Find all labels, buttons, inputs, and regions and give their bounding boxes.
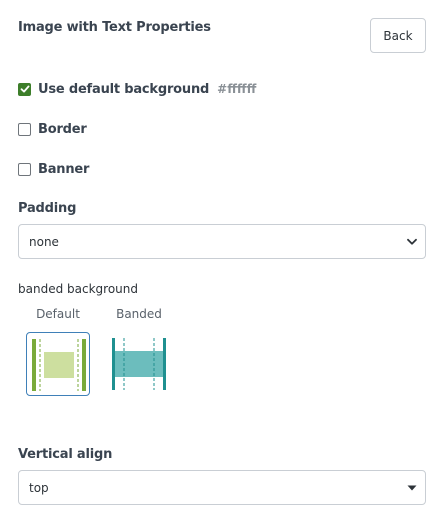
default-background-option[interactable] xyxy=(26,332,90,396)
default-background-checkbox[interactable] xyxy=(18,82,31,96)
banner-checkbox[interactable] xyxy=(18,162,31,176)
properties-panel: Image with Text Properties Back Use defa… xyxy=(0,0,443,519)
banded-background-label: banded background xyxy=(18,282,138,296)
padding-label: Padding xyxy=(18,201,77,216)
checkmark-icon xyxy=(20,85,29,93)
banded-option-label: Banded xyxy=(116,307,162,321)
panel-title: Image with Text Properties xyxy=(18,20,211,35)
default-layout-icon xyxy=(32,339,86,391)
border-row[interactable]: Border xyxy=(18,120,87,138)
banded-background-option[interactable] xyxy=(107,332,171,396)
default-option-label: Default xyxy=(36,307,80,321)
chevron-down-icon xyxy=(407,238,417,245)
default-background-color-value: #ffffff xyxy=(217,82,257,96)
caret-down-icon xyxy=(407,485,417,491)
default-background-row[interactable]: Use default background #ffffff xyxy=(18,80,256,98)
padding-select[interactable]: none xyxy=(18,224,426,259)
default-background-label: Use default background xyxy=(38,81,210,97)
padding-selected-value: none xyxy=(29,234,59,249)
back-button[interactable]: Back xyxy=(370,18,426,53)
vertical-align-select[interactable]: top xyxy=(18,470,426,505)
banner-label: Banner xyxy=(38,161,90,177)
banner-row[interactable]: Banner xyxy=(18,160,89,178)
vertical-align-label: Vertical align xyxy=(18,447,113,462)
banded-layout-icon xyxy=(112,338,166,390)
border-label: Border xyxy=(38,121,87,137)
border-checkbox[interactable] xyxy=(18,122,31,136)
vertical-align-selected-value: top xyxy=(29,480,49,495)
